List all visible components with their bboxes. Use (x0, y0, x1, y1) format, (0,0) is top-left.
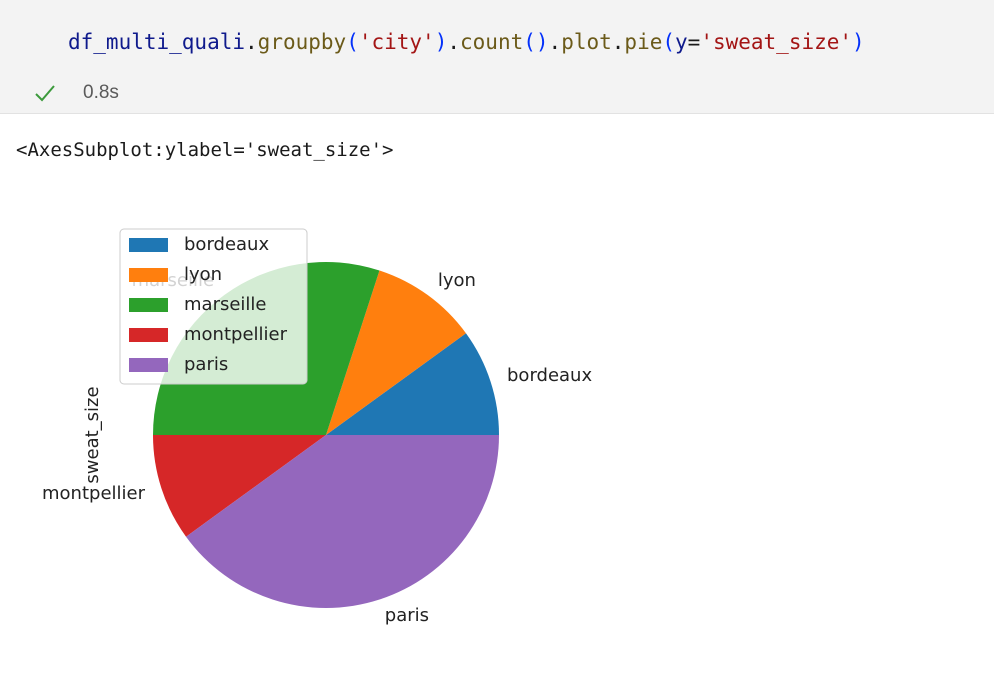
legend-label-bordeaux: bordeaux (184, 234, 269, 255)
code-token: ) (434, 30, 448, 54)
code-token: ) (852, 30, 865, 54)
pie-label-lyon: lyon (438, 270, 476, 291)
code-token: groupby (257, 30, 347, 54)
code-token: df_multi_quali (68, 30, 246, 54)
legend-swatch-paris (129, 358, 168, 372)
check-icon (35, 85, 55, 102)
execution-status: 0.8s (34, 80, 119, 106)
code-token: ( (662, 30, 676, 54)
code-token: plot (561, 30, 612, 54)
output-repr: <AxesSubplot:ylabel='sweat_size'> (16, 139, 394, 161)
legend-label-lyon: lyon (184, 264, 222, 285)
pie-label-paris: paris (385, 605, 429, 626)
legend-label-montpellier: montpellier (184, 324, 288, 345)
execution-time: 0.8s (83, 82, 119, 103)
legend-swatch-marseille (129, 298, 168, 312)
code-token: () (523, 30, 549, 54)
code-token: y (675, 30, 688, 54)
code-token: . (611, 30, 625, 54)
pie-label-bordeaux: bordeaux (507, 365, 592, 386)
pie-label-montpellier: montpellier (42, 483, 146, 504)
legend-swatch-lyon (129, 268, 168, 282)
code-token: count (460, 30, 524, 54)
chart-legend: bordeaux lyon marseille montpellier paris (119, 228, 308, 385)
y-axis-label: sweat_size (82, 386, 103, 483)
code-token: ( (346, 30, 359, 54)
legend-swatch-montpellier (129, 328, 168, 342)
code-token: . (447, 30, 461, 54)
code-token: pie (624, 30, 663, 54)
code-token: . (245, 30, 258, 54)
code-token: = (687, 30, 701, 54)
pie-chart: bordeaux lyon marseille montpellier paris sw… (42, 228, 592, 626)
legend-label-marseille: marseille (184, 294, 267, 315)
legend-label-paris: paris (184, 354, 228, 375)
code-cell[interactable]: df_multi_quali.groupby('city').count().p… (0, 0, 994, 114)
code-token: . (548, 30, 562, 54)
code-token: 'city' (358, 30, 435, 54)
legend-swatch-bordeaux (129, 238, 168, 252)
code-token: 'sweat_size' (700, 30, 853, 54)
code-line[interactable]: df_multi_quali.groupby('city').count().p… (68, 30, 865, 54)
